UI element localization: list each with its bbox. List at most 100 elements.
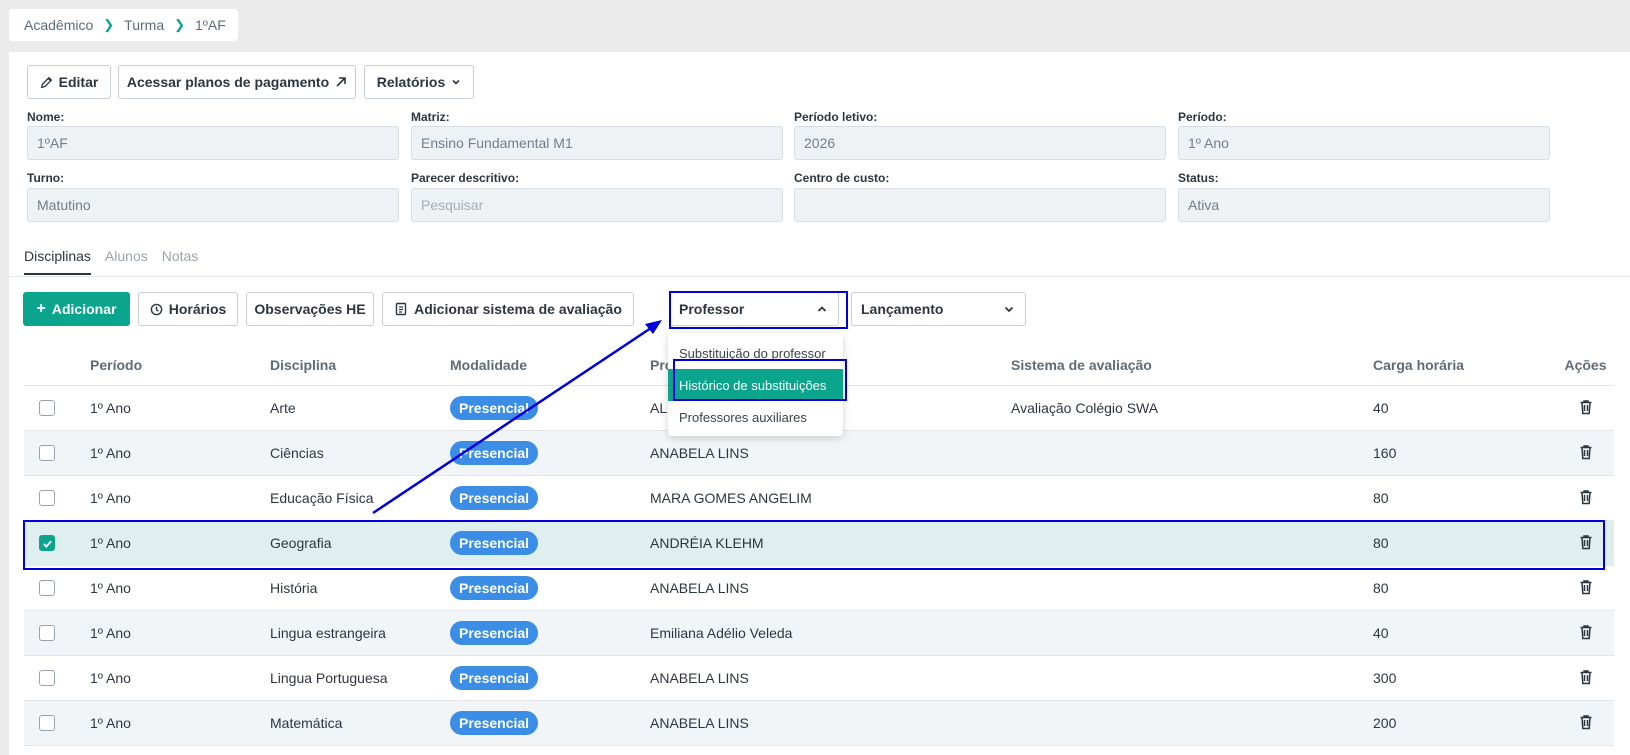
matriz-label: Matriz:: [411, 110, 450, 124]
periodo-letivo-field[interactable]: 2026: [794, 126, 1166, 160]
row-checkbox[interactable]: [39, 670, 55, 686]
status-label: Status:: [1178, 171, 1219, 185]
trash-icon[interactable]: [1579, 624, 1593, 643]
row-checkbox-cell: [24, 400, 90, 416]
row-checkbox-cell: [24, 670, 90, 686]
schedules-button[interactable]: Horários: [138, 292, 238, 326]
chevron-right-icon: ❯: [103, 17, 115, 32]
cell-professor: ANABELA LINS: [650, 445, 749, 461]
cell-disciplina: História: [270, 580, 318, 596]
cell-carga: 80: [1373, 580, 1389, 596]
row-checkbox[interactable]: [39, 490, 55, 506]
cell-professor: ANABELA LINS: [650, 580, 749, 596]
cell-professor: ANABELA LINS: [650, 715, 749, 731]
menu-item-auxiliares[interactable]: Professores auxiliares: [668, 401, 843, 433]
trash-icon[interactable]: [1579, 579, 1593, 598]
cell-sistema: Avaliação Colégio SWA: [1011, 400, 1159, 416]
cell-carga: 300: [1373, 670, 1397, 686]
edit-label: Editar: [58, 74, 99, 90]
cell-acoes: [1557, 489, 1614, 508]
reports-button[interactable]: Relatórios: [364, 65, 474, 99]
breadcrumb-academico[interactable]: Acadêmico: [24, 17, 93, 33]
chevron-down-icon: [452, 79, 460, 85]
table-row[interactable]: 1º Ano Educação Física Presencial MARA GOME…: [24, 476, 1614, 521]
cell-professor: Emiliana Adélio Veleda: [650, 625, 793, 641]
add-eval-system-button[interactable]: Adicionar sistema de avaliação: [382, 292, 634, 326]
row-checkbox[interactable]: [39, 625, 55, 641]
tab-disciplinas[interactable]: Disciplinas: [24, 248, 91, 275]
pencil-icon: [40, 76, 52, 88]
trash-icon[interactable]: [1579, 444, 1593, 463]
modalidade-badge: Presencial: [450, 396, 539, 420]
row-checkbox-cell: [24, 625, 90, 641]
cell-acoes: [1557, 714, 1614, 733]
breadcrumb-turma[interactable]: Turma: [124, 17, 164, 33]
cell-periodo: 1º Ano: [90, 535, 131, 551]
matriz-field[interactable]: Ensino Fundamental M1: [411, 126, 783, 160]
table-row[interactable]: 1º Ano Matemática Presencial ANABELA LINS 20…: [24, 701, 1614, 746]
cell-professor: MARA GOMES ANGELIM: [650, 490, 812, 506]
table-row[interactable]: 1º Ano História Presencial ANABELA LINS 80: [24, 566, 1614, 611]
turno-field[interactable]: Matutino: [27, 188, 399, 222]
menu-item-substituicao[interactable]: Substituição do professor: [668, 337, 843, 369]
cell-acoes: [1557, 624, 1614, 643]
tab-notas[interactable]: Notas: [162, 248, 199, 275]
cell-periodo: 1º Ano: [90, 670, 131, 686]
status-field[interactable]: Ativa: [1178, 188, 1550, 222]
payment-plans-button[interactable]: Acessar planos de pagamento: [118, 65, 356, 99]
modalidade-badge: Presencial: [450, 666, 539, 690]
trash-icon[interactable]: [1579, 669, 1593, 688]
cell-carga: 200: [1373, 715, 1397, 731]
centro-custo-field[interactable]: [794, 188, 1166, 222]
row-checkbox-cell: [24, 535, 90, 551]
tab-alunos[interactable]: Alunos: [105, 248, 148, 275]
cell-professor: ANABELA LINS: [650, 670, 749, 686]
header-disciplina: Disciplina: [270, 356, 337, 373]
trash-icon[interactable]: [1579, 489, 1593, 508]
row-checkbox[interactable]: [39, 445, 55, 461]
cell-modalidade: Presencial: [450, 396, 650, 420]
document-icon: [395, 302, 407, 316]
table-row[interactable]: 1º Ano Lingua estrangeira Presencial Emilia…: [24, 611, 1614, 656]
modalidade-badge: Presencial: [450, 441, 539, 465]
add-button[interactable]: + Adicionar: [23, 292, 130, 326]
parecer-label: Parecer descritivo:: [411, 171, 520, 185]
nome-field[interactable]: 1ºAF: [27, 126, 399, 160]
external-arrow-icon: [336, 77, 346, 87]
modalidade-badge: Presencial: [450, 711, 539, 735]
table-row[interactable]: 1º Ano Geografia Presencial ANDRÉIA KLEHM 80: [24, 521, 1614, 566]
professor-select-label: Professor: [679, 301, 745, 317]
row-checkbox[interactable]: [39, 535, 55, 551]
table-row[interactable]: 1º Ano Lingua Portuguesa Presencial ANABELA…: [24, 656, 1614, 701]
trash-icon[interactable]: [1579, 399, 1593, 418]
nome-label: Nome:: [27, 110, 65, 124]
menu-item-historico[interactable]: Histórico de substituições: [668, 369, 843, 401]
row-checkbox-cell: [24, 490, 90, 506]
chevron-right-icon: ❯: [174, 17, 186, 32]
periodo-field[interactable]: 1º Ano: [1178, 126, 1550, 160]
cell-acoes: [1557, 579, 1614, 598]
row-checkbox[interactable]: [39, 715, 55, 731]
table-row[interactable]: 1º Ano Ciências Presencial ANABELA LINS 160: [24, 431, 1614, 476]
edit-button[interactable]: Editar: [27, 65, 111, 99]
cell-disciplina: Matemática: [270, 715, 343, 731]
cell-disciplina: Lingua Portuguesa: [270, 670, 388, 686]
breadcrumb: Acadêmico ❯ Turma ❯ 1ºAF: [9, 9, 238, 41]
row-checkbox[interactable]: [39, 580, 55, 596]
cell-modalidade: Presencial: [450, 621, 650, 645]
cell-modalidade: Presencial: [450, 666, 650, 690]
cell-periodo: 1º Ano: [90, 445, 131, 461]
row-checkbox[interactable]: [39, 400, 55, 416]
breadcrumb-current: 1ºAF: [195, 17, 226, 33]
cell-periodo: 1º Ano: [90, 580, 131, 596]
cell-modalidade: Presencial: [450, 576, 650, 600]
lancamento-select[interactable]: Lançamento: [851, 292, 1026, 326]
trash-icon[interactable]: [1579, 714, 1593, 733]
trash-icon[interactable]: [1579, 534, 1593, 553]
notes-he-button[interactable]: Observações HE: [246, 292, 374, 326]
periodo-label: Período:: [1178, 110, 1227, 124]
cell-periodo: 1º Ano: [90, 715, 131, 731]
parecer-search-input[interactable]: Pesquisar: [411, 188, 783, 222]
professor-select[interactable]: Professor: [669, 292, 839, 326]
chevron-down-icon: [1004, 306, 1014, 313]
